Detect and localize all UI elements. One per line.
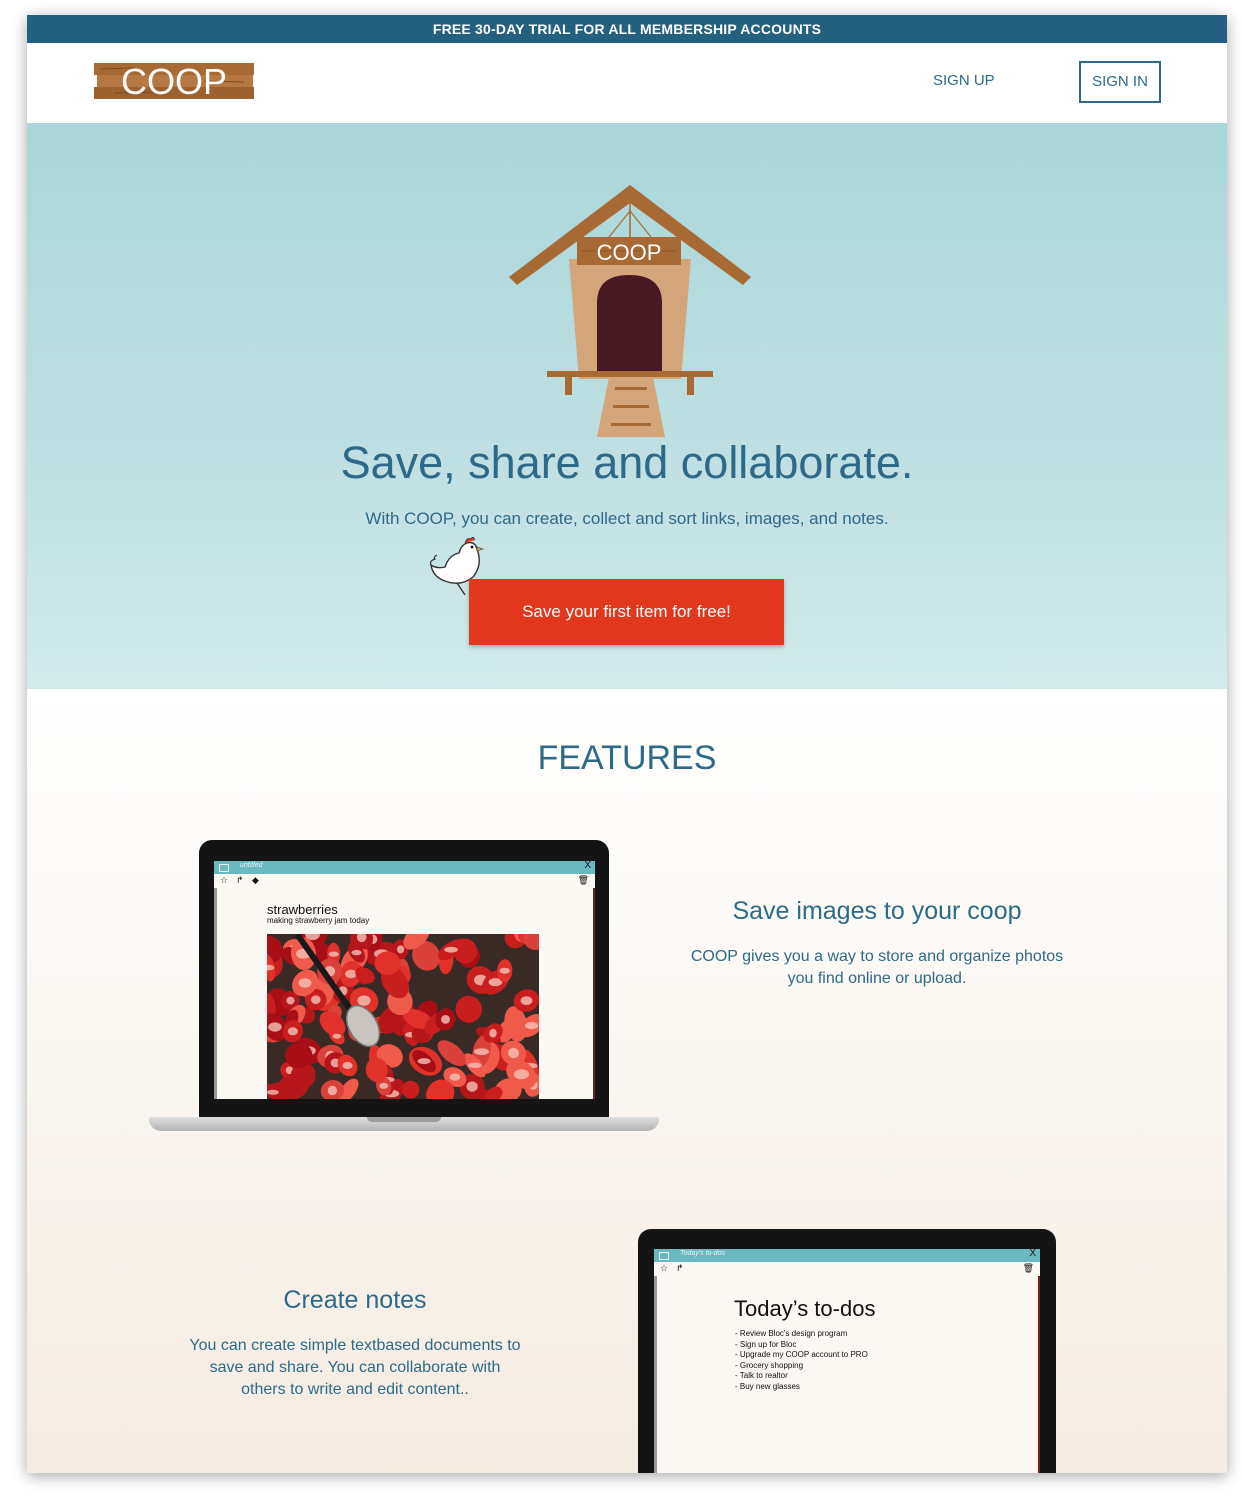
feature-images: Save images to your coop COOP gives you … — [687, 897, 1067, 990]
features-section: FEATURES untitled X ☆ ↱ ◆ 🗑 strawberries — [27, 689, 1227, 1473]
house-sign-text: COOP — [597, 240, 662, 265]
document-icon — [219, 864, 229, 872]
sign-up-link[interactable]: SIGN UP — [933, 72, 995, 89]
close-icon[interactable]: X — [1029, 1249, 1036, 1259]
feature-description: You can create simple textbased document… — [189, 1337, 521, 1398]
document-icon — [659, 1252, 669, 1260]
app-toolbar: ☆ ↱ ◆ 🗑 — [214, 874, 595, 888]
sign-in-button[interactable]: SIGN IN — [1079, 61, 1161, 103]
page-frame: FREE 30-DAY TRIAL FOR ALL MEMBERSHIP ACC… — [27, 15, 1227, 1473]
note-title: Today’s to-dos — [734, 1296, 876, 1321]
coop-logo-icon[interactable]: COOP — [94, 61, 254, 101]
feature-notes: Create notes You can create simple textb… — [187, 1286, 523, 1401]
logo-text: COOP — [121, 61, 227, 101]
hero-section: COOP Save, share and collaborate. With C… — [27, 123, 1227, 689]
laptop-mockup-notes: Today's to-dos X ☆ ↱ 🗑 Today’s to-dos - … — [638, 1229, 1056, 1473]
laptop-screen: untitled X ☆ ↱ ◆ 🗑 strawberries making s… — [214, 861, 595, 1099]
app-titlebar: Today's to-dos X — [654, 1249, 1040, 1262]
trash-icon[interactable]: 🗑 — [1023, 1263, 1034, 1274]
todo-item: - Buy new glasses — [735, 1381, 800, 1391]
hero-subtitle: With COOP, you can create, collect and s… — [365, 509, 889, 528]
app-toolbar: ☆ ↱ 🗑 — [654, 1262, 1040, 1276]
feature-description: COOP gives you a way to store and organi… — [690, 948, 1064, 987]
window-title: untitled — [240, 862, 263, 869]
feature-heading: Create notes — [283, 1286, 427, 1314]
tag-icon[interactable]: ◆ — [252, 875, 259, 886]
laptop-mockup-images: untitled X ☆ ↱ ◆ 🗑 strawberries making s… — [149, 840, 659, 1140]
window-title: Today's to-dos — [680, 1250, 726, 1257]
star-icon[interactable]: ☆ — [660, 1263, 668, 1274]
app-titlebar: untitled X — [214, 861, 595, 874]
note-subtitle: making strawberry jam today — [267, 916, 370, 925]
promo-banner: FREE 30-DAY TRIAL FOR ALL MEMBERSHIP ACC… — [27, 15, 1227, 43]
scroll-edge — [654, 1276, 657, 1473]
share-icon[interactable]: ↱ — [676, 1263, 684, 1274]
strawberries-photo — [267, 934, 539, 1099]
site-header: COOP SIGN UP SIGN IN — [27, 43, 1227, 123]
todo-item: - Grocery shopping — [735, 1360, 804, 1370]
hero-title: Save, share and collaborate. — [340, 437, 914, 488]
features-title: FEATURES — [537, 739, 717, 777]
todo-item: - Review Bloc's design program — [735, 1329, 848, 1338]
scroll-edge — [593, 888, 595, 1099]
chicken-coop-icon: COOP — [509, 185, 751, 437]
laptop-screen: Today's to-dos X ☆ ↱ 🗑 Today’s to-dos - … — [654, 1249, 1040, 1473]
todo-list: - Review Bloc's design program - Sign up… — [735, 1329, 868, 1392]
scroll-edge — [214, 888, 217, 1099]
feature-heading: Save images to your coop — [732, 897, 1022, 925]
todo-item: - Upgrade my COOP account to PRO — [735, 1350, 868, 1359]
scroll-edge — [1038, 1276, 1040, 1473]
close-icon[interactable]: X — [584, 861, 591, 871]
promo-banner-text: FREE 30-DAY TRIAL FOR ALL MEMBERSHIP ACC… — [432, 21, 822, 37]
todo-item: - Talk to realtor — [735, 1371, 788, 1380]
note-title: strawberries — [267, 902, 338, 917]
todo-item: - Sign up for Bloc — [735, 1339, 797, 1349]
save-first-item-button[interactable]: Save your first item for free! — [469, 579, 784, 645]
laptop-notch — [367, 1117, 441, 1122]
star-icon[interactable]: ☆ — [220, 875, 228, 886]
share-icon[interactable]: ↱ — [236, 875, 244, 886]
trash-icon[interactable]: 🗑 — [578, 875, 589, 886]
